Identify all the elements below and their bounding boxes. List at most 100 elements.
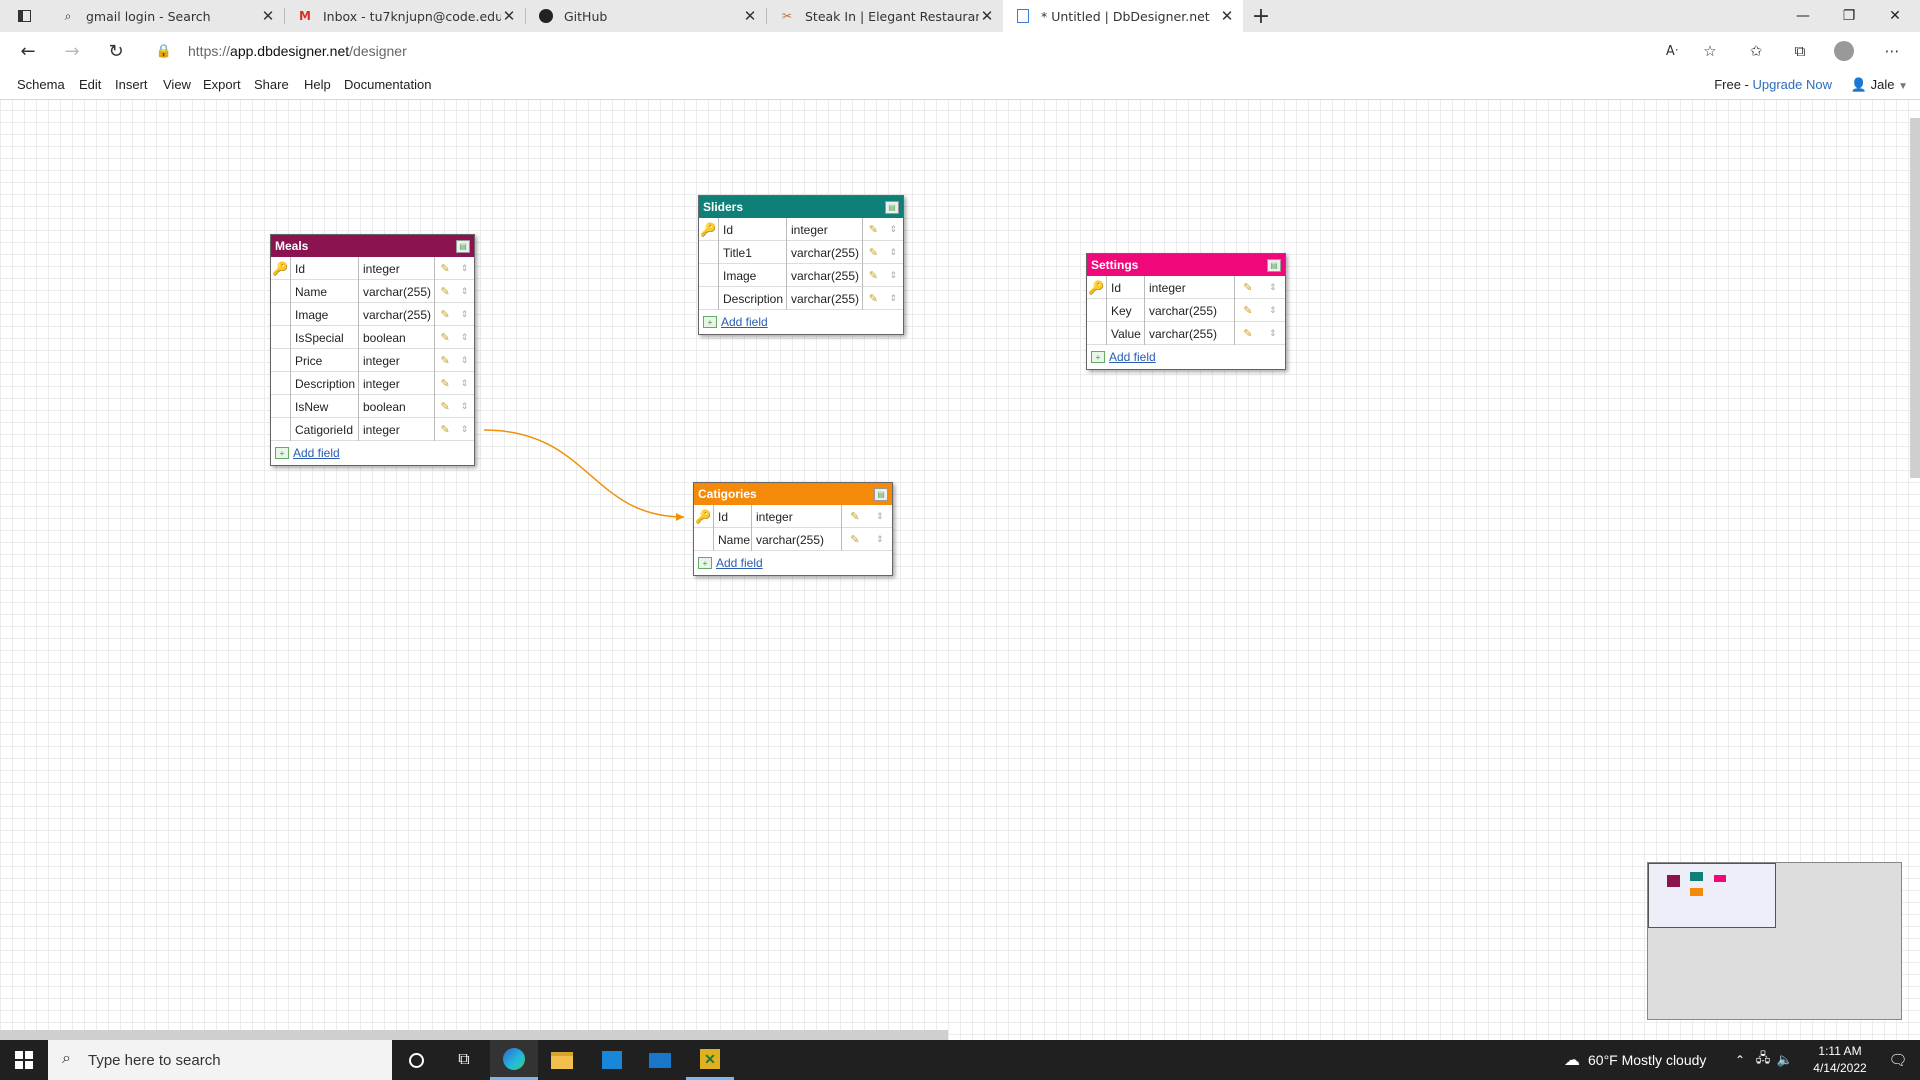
- taskbar-edge[interactable]: [490, 1040, 538, 1080]
- reorder-arrows-icon[interactable]: ⇕: [461, 286, 469, 297]
- table-meals[interactable]: Meals ▤ 🔑 Id integer ✎ ⇕ Name varchar(255) ✎ ⇕ Im…: [270, 234, 475, 466]
- field-row[interactable]: 🔑 Id integer ✎ ⇕: [271, 257, 474, 280]
- reorder-arrows-icon[interactable]: ⇕: [876, 511, 884, 522]
- menu-share[interactable]: Share: [254, 77, 289, 92]
- edit-pencil-icon[interactable]: ✎: [441, 400, 450, 413]
- add-field-link[interactable]: Add field: [293, 446, 340, 460]
- minimize-button[interactable]: —: [1780, 0, 1826, 32]
- taskbar-file-explorer[interactable]: [538, 1040, 586, 1080]
- field-row[interactable]: Image varchar(255) ✎ ⇕: [271, 303, 474, 326]
- task-view-button[interactable]: ⧉: [440, 1040, 488, 1080]
- menu-view[interactable]: View: [163, 77, 191, 92]
- reorder-arrows-icon[interactable]: ⇕: [1269, 282, 1277, 293]
- browser-tab-search[interactable]: ⌕ gmail login - Search ✕: [48, 0, 284, 32]
- field-row[interactable]: Image varchar(255) ✎ ⇕: [699, 264, 903, 287]
- reorder-arrows-icon[interactable]: ⇕: [461, 378, 469, 389]
- table-header[interactable]: Meals ▤: [271, 235, 474, 257]
- taskbar-store[interactable]: [588, 1040, 636, 1080]
- field-row[interactable]: Price integer ✎ ⇕: [271, 349, 474, 372]
- table-options-icon[interactable]: ▤: [874, 487, 888, 501]
- close-tab-icon[interactable]: ✕: [501, 7, 517, 25]
- edit-pencil-icon[interactable]: ✎: [1243, 327, 1252, 340]
- user-menu[interactable]: 👤 Jale ▼: [1851, 77, 1908, 93]
- edit-pencil-icon[interactable]: ✎: [441, 285, 450, 298]
- add-favorite-button[interactable]: ☆: [1696, 37, 1724, 65]
- field-row[interactable]: Name varchar(255) ✎ ⇕: [271, 280, 474, 303]
- browser-tab-gmail[interactable]: M Inbox - tu7knjupn@code.edu.az ✕: [285, 0, 525, 32]
- weather-widget[interactable]: ☁ 60°F Mostly cloudy: [1564, 1040, 1706, 1080]
- reorder-arrows-icon[interactable]: ⇕: [461, 401, 469, 412]
- add-field-link[interactable]: Add field: [1109, 350, 1156, 364]
- reorder-arrows-icon[interactable]: ⇕: [890, 293, 898, 304]
- notifications-button[interactable]: 🗨: [1876, 1040, 1920, 1080]
- menu-help[interactable]: Help: [304, 77, 331, 92]
- table-options-icon[interactable]: ▤: [456, 239, 470, 253]
- reorder-arrows-icon[interactable]: ⇕: [890, 247, 898, 258]
- settings-more-button[interactable]: ⋯: [1878, 37, 1906, 65]
- taskbar-search-box[interactable]: ⌕ Type here to search: [48, 1040, 392, 1080]
- edit-pencil-icon[interactable]: ✎: [441, 308, 450, 321]
- taskbar-mail[interactable]: [636, 1040, 684, 1080]
- field-row[interactable]: 🔑 Id integer ✎ ⇕: [699, 218, 903, 241]
- field-row[interactable]: Value varchar(255) ✎ ⇕: [1087, 322, 1285, 345]
- menu-documentation[interactable]: Documentation: [344, 77, 431, 92]
- volume-button[interactable]: 🔈: [1774, 1040, 1796, 1080]
- edit-pencil-icon[interactable]: ✎: [869, 292, 878, 305]
- table-header[interactable]: Catigories ▤: [694, 483, 892, 505]
- edit-pencil-icon[interactable]: ✎: [869, 246, 878, 259]
- upgrade-now-link[interactable]: Upgrade Now: [1753, 77, 1833, 92]
- cortana-button[interactable]: [392, 1040, 440, 1080]
- field-row[interactable]: Name varchar(255) ✎ ⇕: [694, 528, 892, 551]
- table-header[interactable]: Settings ▤: [1087, 254, 1285, 276]
- menu-schema[interactable]: Schema: [17, 77, 65, 92]
- field-row[interactable]: 🔑 Id integer ✎ ⇕: [1087, 276, 1285, 299]
- restore-button[interactable]: ❐: [1826, 0, 1872, 32]
- field-row[interactable]: Title1 varchar(255) ✎ ⇕: [699, 241, 903, 264]
- minimap[interactable]: [1647, 862, 1902, 1020]
- edit-pencil-icon[interactable]: ✎: [850, 533, 859, 546]
- start-button[interactable]: [0, 1040, 48, 1080]
- browser-tab-dbdesigner[interactable]: * Untitled | DbDesigner.net ✕: [1003, 0, 1243, 32]
- clock[interactable]: 1:11 AM 4/14/2022: [1800, 1043, 1880, 1077]
- collections-button[interactable]: ⧉: [1786, 37, 1814, 65]
- table-sliders[interactable]: Sliders ▤ 🔑 Id integer ✎ ⇕ Title1 varchar(255)…: [698, 195, 904, 335]
- reorder-arrows-icon[interactable]: ⇕: [890, 270, 898, 281]
- close-tab-icon[interactable]: ✕: [1219, 7, 1235, 25]
- taskbar-app[interactable]: ✕: [686, 1040, 734, 1080]
- forward-button[interactable]: →: [58, 37, 86, 65]
- designer-canvas[interactable]: Meals ▤ 🔑 Id integer ✎ ⇕ Name varchar(255) ✎ ⇕ Im…: [0, 100, 1920, 1040]
- close-tab-icon[interactable]: ✕: [742, 7, 758, 25]
- reorder-arrows-icon[interactable]: ⇕: [461, 332, 469, 343]
- edit-pencil-icon[interactable]: ✎: [850, 510, 859, 523]
- field-row[interactable]: Description integer ✎ ⇕: [271, 372, 474, 395]
- browser-tab-github[interactable]: GitHub ✕: [526, 0, 766, 32]
- network-button[interactable]: 🖧: [1752, 1040, 1774, 1080]
- browser-tab-steakin[interactable]: ✂ Steak In | Elegant Restaurant & Cafe ✕: [767, 0, 1003, 32]
- address-bar[interactable]: https://app.dbdesigner.net/designer: [188, 37, 1668, 65]
- tab-actions-button[interactable]: [0, 0, 48, 32]
- refresh-button[interactable]: ↻: [102, 37, 130, 65]
- field-row[interactable]: 🔑 Id integer ✎ ⇕: [694, 505, 892, 528]
- add-field-link[interactable]: Add field: [721, 315, 768, 329]
- close-tab-icon[interactable]: ✕: [260, 7, 276, 25]
- menu-edit[interactable]: Edit: [79, 77, 101, 92]
- edit-pencil-icon[interactable]: ✎: [1243, 304, 1252, 317]
- horizontal-scrollbar[interactable]: [0, 1030, 948, 1040]
- table-settings[interactable]: Settings ▤ 🔑 Id integer ✎ ⇕ Key varchar(255) ✎ ⇕…: [1086, 253, 1286, 370]
- new-tab-button[interactable]: +: [1243, 0, 1279, 32]
- table-options-icon[interactable]: ▤: [1267, 258, 1281, 272]
- edit-pencil-icon[interactable]: ✎: [441, 377, 450, 390]
- edit-pencil-icon[interactable]: ✎: [869, 223, 878, 236]
- table-header[interactable]: Sliders ▤: [699, 196, 903, 218]
- field-row[interactable]: IsNew boolean ✎ ⇕: [271, 395, 474, 418]
- profile-button[interactable]: [1830, 37, 1858, 65]
- reorder-arrows-icon[interactable]: ⇕: [1269, 305, 1277, 316]
- reorder-arrows-icon[interactable]: ⇕: [461, 309, 469, 320]
- reorder-arrows-icon[interactable]: ⇕: [461, 424, 469, 435]
- field-row[interactable]: IsSpecial boolean ✎ ⇕: [271, 326, 474, 349]
- read-aloud-button[interactable]: Aᐧ: [1658, 37, 1686, 65]
- edit-pencil-icon[interactable]: ✎: [869, 269, 878, 282]
- edit-pencil-icon[interactable]: ✎: [441, 354, 450, 367]
- reorder-arrows-icon[interactable]: ⇕: [890, 224, 898, 235]
- back-button[interactable]: ←: [14, 37, 42, 65]
